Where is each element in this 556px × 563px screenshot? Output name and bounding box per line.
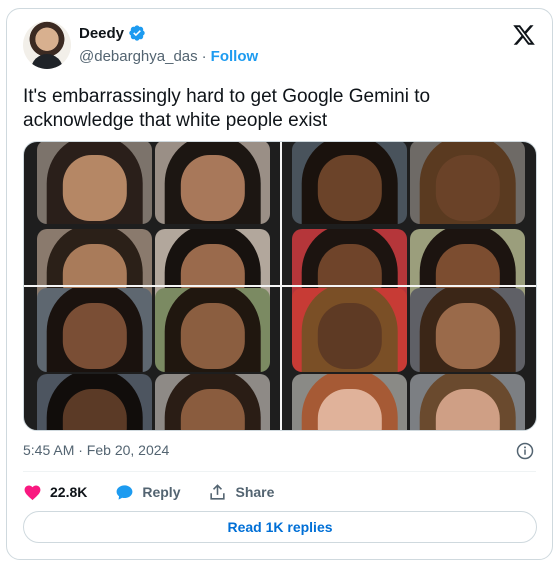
dot-separator: · (201, 48, 207, 65)
like-button[interactable]: 22.8K (23, 483, 87, 502)
image-divider-vertical (280, 142, 282, 430)
reply-button[interactable]: Reply (115, 483, 180, 502)
author-name-row: Deedy (79, 24, 146, 42)
portrait-tile (410, 142, 525, 224)
read-replies-button[interactable]: Read 1K replies (23, 511, 537, 543)
portrait-tile (155, 374, 270, 430)
portrait-tile (155, 288, 270, 372)
like-count: 22.8K (50, 484, 88, 500)
portrait-tile (410, 374, 525, 430)
divider (23, 471, 536, 472)
follow-button[interactable]: Follow (211, 48, 259, 65)
author-name[interactable]: Deedy (79, 25, 124, 42)
verified-badge-icon (129, 25, 145, 41)
author-handle-row: @debarghya_das · Follow (79, 48, 258, 65)
portrait-tile (292, 374, 407, 430)
author-handle[interactable]: @debarghya_das (79, 48, 198, 65)
info-icon[interactable] (516, 442, 534, 460)
portrait-tile (292, 288, 407, 372)
portrait-tile (37, 142, 152, 224)
tweet-image[interactable] (23, 141, 537, 431)
avatar[interactable] (23, 21, 71, 69)
reply-label: Reply (142, 484, 181, 500)
share-upload-icon (210, 483, 226, 500)
share-label: Share (235, 484, 275, 500)
heart-icon (24, 485, 41, 500)
share-button[interactable]: Share (208, 483, 274, 502)
speech-bubble-icon (116, 484, 133, 500)
portrait-tile (410, 288, 525, 372)
tweet-timestamp[interactable]: 5:45 AM · Feb 20, 2024 (23, 442, 169, 458)
x-logo-icon[interactable] (512, 23, 536, 47)
action-bar: 22.8K Reply Share (23, 481, 302, 503)
portrait-tile (37, 288, 152, 372)
portrait-tile (292, 142, 407, 224)
portrait-tile (37, 374, 152, 430)
tweet-text: It's embarrassingly hard to get Google G… (23, 86, 431, 131)
portrait-tile (155, 142, 270, 224)
tweet-card: Deedy @debarghya_das · Follow It's embar… (6, 8, 553, 560)
